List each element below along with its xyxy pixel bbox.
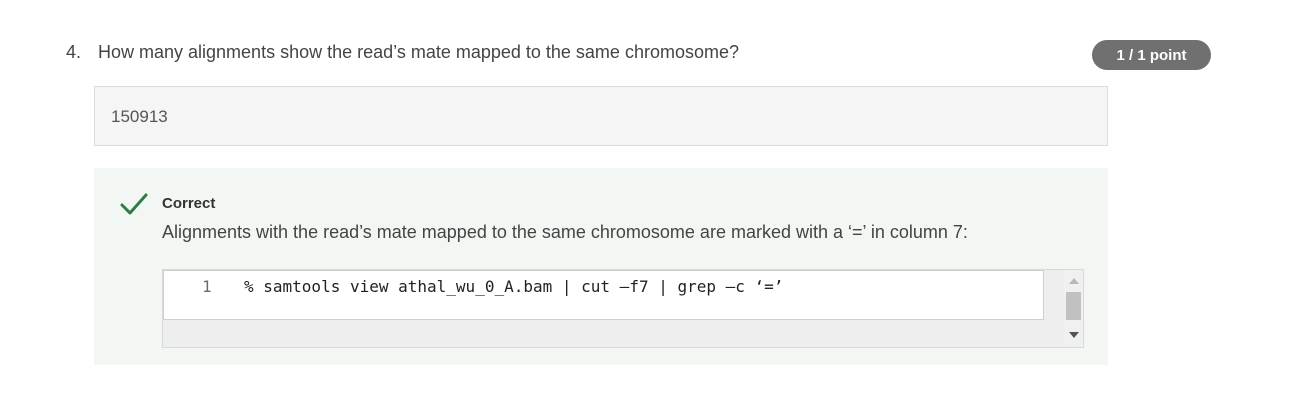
check-icon [120, 193, 148, 215]
answer-box: 150913 [94, 86, 1108, 146]
feedback-status: Correct [162, 195, 216, 212]
question-number: 4. [66, 42, 82, 62]
question-text: How many alignments show the read’s mate… [98, 42, 739, 62]
feedback-explanation: Alignments with the read’s mate mapped t… [162, 222, 968, 242]
code-scrollbar[interactable] [1064, 270, 1083, 347]
scroll-thumb[interactable] [1066, 292, 1081, 320]
answer-value: 150913 [111, 107, 168, 126]
code-block: 1 % samtools view athal_wu_0_A.bam | cut… [162, 269, 1084, 348]
code-line: % samtools view athal_wu_0_A.bam | cut –… [244, 277, 784, 296]
score-badge: 1 / 1 point [1092, 40, 1211, 70]
feedback-panel: Correct Alignments with the read’s mate … [94, 168, 1108, 365]
score-label: 1 / 1 point [1116, 46, 1187, 64]
scroll-up-arrow-icon[interactable] [1069, 278, 1079, 284]
scroll-down-arrow-icon[interactable] [1069, 332, 1079, 338]
code-line-number: 1 [202, 277, 212, 296]
code-editor[interactable]: 1 % samtools view athal_wu_0_A.bam | cut… [163, 270, 1044, 320]
